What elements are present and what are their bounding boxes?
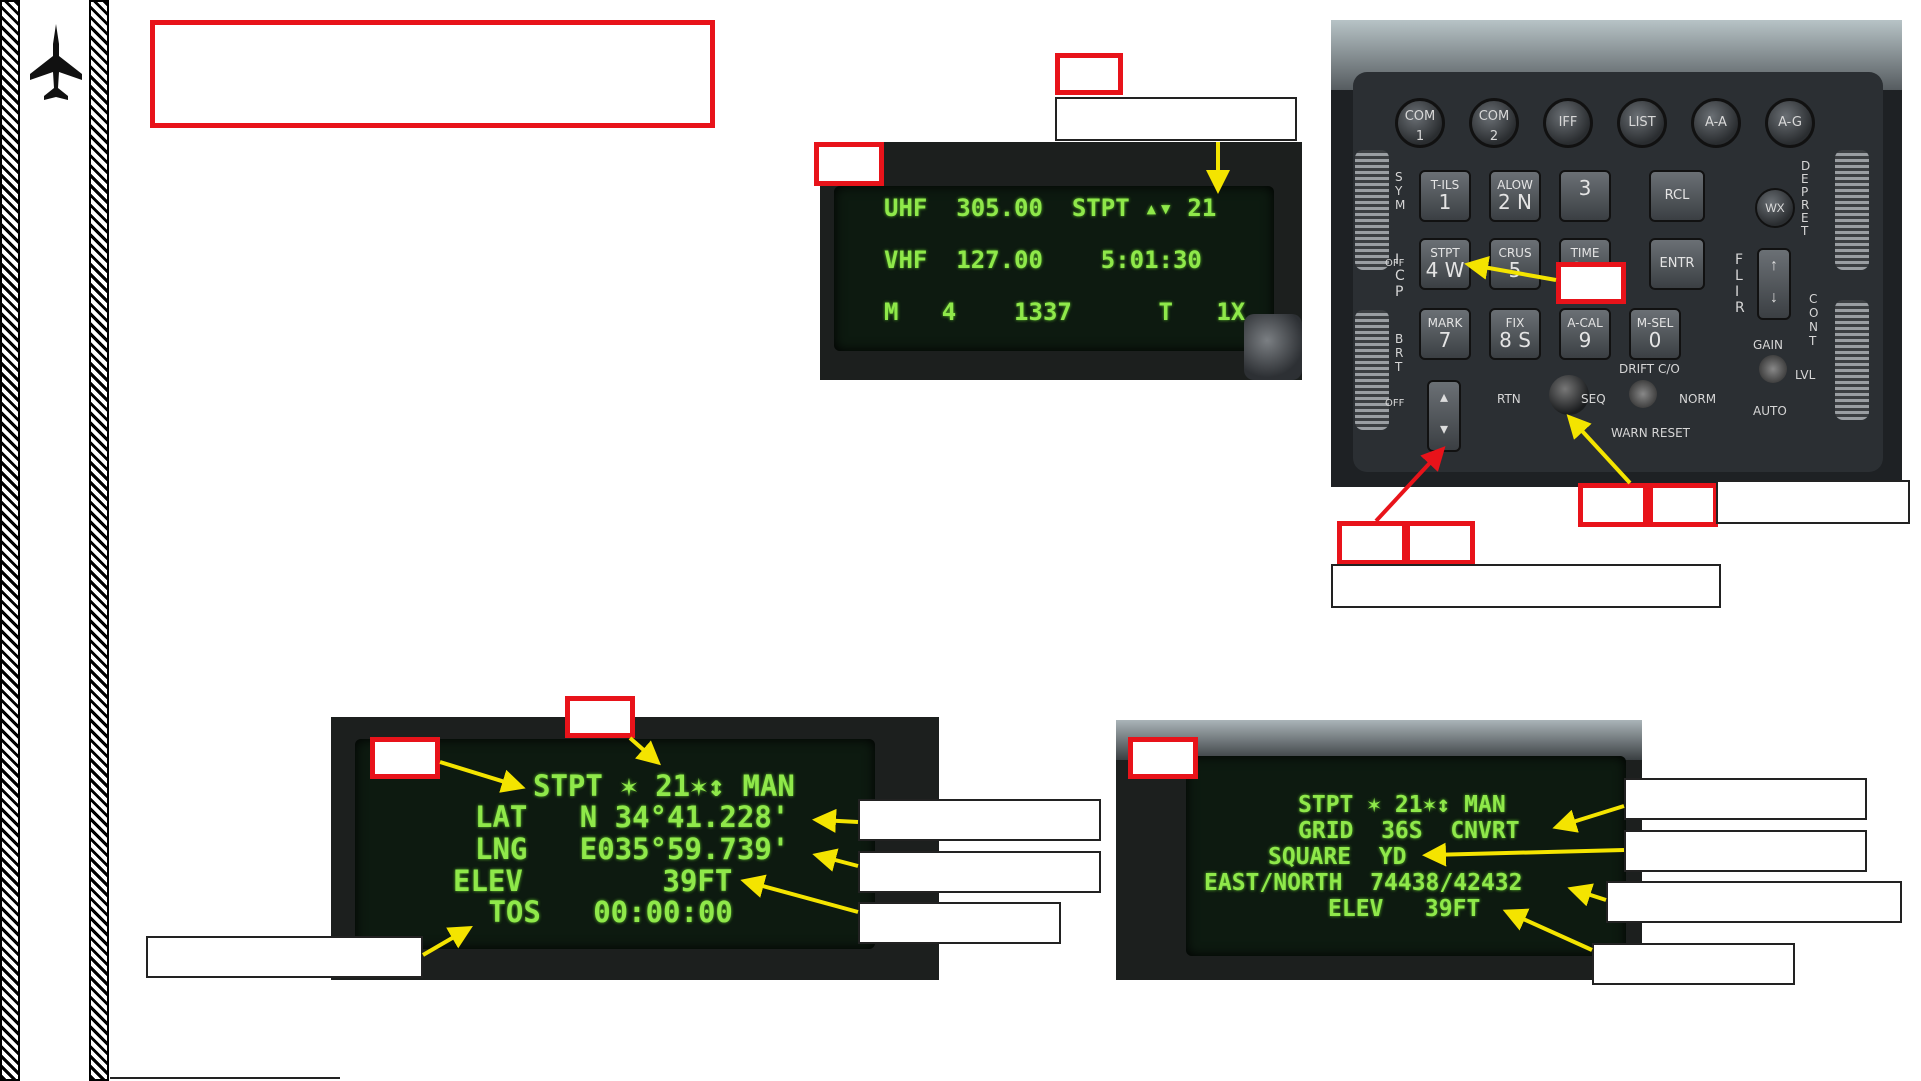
lvl-label: LVL: [1795, 368, 1816, 382]
mgrs-line-2: GRID 36S CNVRT: [1298, 818, 1520, 844]
ded-line-1: UHF 305.00 STPT ▴▾ 21: [884, 194, 1217, 222]
drift-label: DRIFT C/O: [1619, 362, 1680, 376]
gain-label: GAIN: [1753, 338, 1784, 352]
brt-rocker[interactable]: ▴ ▾: [1427, 380, 1461, 452]
tos-callout: [146, 936, 423, 978]
key-9-num: 9: [1578, 328, 1592, 352]
cont-wheel[interactable]: [1835, 300, 1869, 420]
list-button[interactable]: LIST: [1617, 98, 1667, 148]
norm-label: NORM: [1679, 392, 1717, 406]
wx-button[interactable]: WX: [1755, 188, 1795, 228]
ded-display-top: UHF 305.00 STPT ▴▾ 21 VHF 127.00 5:01:30…: [820, 142, 1302, 380]
latlong-mark-box: [565, 696, 635, 738]
mgrs-line-5: ELEV 39FT: [1328, 896, 1481, 922]
gain-lvl-switch[interactable]: [1759, 355, 1787, 383]
key-5[interactable]: CRUS 5: [1489, 238, 1541, 290]
key-7-num: 7: [1438, 328, 1452, 352]
auto-label: AUTO: [1753, 404, 1787, 418]
key-0-num: 0: [1648, 328, 1662, 352]
latlong-line-1: STPT ✶ 21✶↕ MAN: [533, 769, 795, 803]
key-2-num: 2 N: [1497, 190, 1533, 214]
lat-callout: [858, 799, 1101, 841]
east-north-callout: [1606, 881, 1902, 923]
latlong-line-5: TOS 00:00:00: [471, 895, 733, 929]
dobber-box-b: [1648, 483, 1718, 527]
off-label-2: OFF: [1385, 398, 1405, 409]
flir-label: F L I R: [1735, 252, 1745, 316]
rocker-box-a: [1337, 521, 1407, 565]
a-a-button[interactable]: A-A: [1691, 98, 1741, 148]
key-9[interactable]: A-CAL 9: [1559, 308, 1611, 360]
grid-callout: [1624, 778, 1867, 820]
a-g-button[interactable]: A-G: [1765, 98, 1815, 148]
key-0[interactable]: M-SEL 0: [1629, 308, 1681, 360]
bottom-rule: [110, 1077, 340, 1079]
warn-reset-label: WARN RESET: [1611, 426, 1690, 440]
seq-label: SEQ: [1581, 392, 1606, 406]
rocker-box-b: [1405, 521, 1475, 565]
cont-label: C O N T: [1809, 292, 1819, 348]
com2-label: COM: [1478, 109, 1510, 124]
key-1[interactable]: T-ILS 1: [1419, 170, 1471, 222]
latlong-stpt-box: [370, 737, 440, 779]
title-box: [150, 20, 715, 128]
com2-sub: 2: [1489, 129, 1499, 144]
dobber-box-a: [1578, 483, 1648, 527]
ded-label-box: [814, 142, 884, 186]
off-label-1: OFF: [1385, 258, 1405, 269]
ded-line-2: VHF 127.00 5:01:30: [884, 246, 1202, 274]
dep-ret-label: D E P R E T: [1801, 159, 1811, 238]
sym-label: S Y M: [1395, 170, 1406, 212]
square-callout: [1624, 830, 1867, 872]
key-3-num: 3: [1578, 176, 1592, 200]
mgrs-line-4: EAST/NORTH 74438/42432: [1204, 870, 1523, 896]
stpt-number-callout: [1055, 97, 1297, 141]
brt-wheel[interactable]: [1355, 310, 1389, 430]
stpt-key-box: [1556, 262, 1626, 304]
elev-callout: [858, 902, 1061, 944]
latlong-line-4: ELEV 39FT: [453, 864, 733, 898]
key-8-num: 8 S: [1499, 328, 1531, 352]
ded-line-3: M 4 1337 T 1X: [884, 298, 1246, 326]
mgrs-box: [1128, 737, 1198, 779]
jet-silhouette-icon: [28, 22, 84, 102]
sym-wheel[interactable]: [1355, 150, 1389, 270]
stpt-number-box: [1055, 53, 1123, 95]
dobber-callout: [1716, 480, 1910, 524]
key-4-num: 4 W: [1425, 258, 1465, 282]
iff-button[interactable]: IFF: [1543, 98, 1593, 148]
dep-ret-wheel[interactable]: [1835, 150, 1869, 270]
rocker-callout: [1331, 564, 1721, 608]
sidebar-hatch-left: [0, 0, 20, 1081]
key-1-num: 1: [1438, 190, 1452, 214]
brt-label: B R T: [1395, 332, 1404, 374]
key-8[interactable]: FIX 8 S: [1489, 308, 1541, 360]
ded-knob: [1244, 314, 1302, 380]
lng-callout: [858, 851, 1101, 893]
mgrs-line-3: SQUARE YD: [1268, 844, 1407, 870]
com1-button[interactable]: COM 1: [1395, 98, 1445, 148]
drift-co-switch[interactable]: [1629, 380, 1657, 408]
com2-button[interactable]: COM 2: [1469, 98, 1519, 148]
key-3[interactable]: 3: [1559, 170, 1611, 222]
sidebar-hatch-right: [89, 0, 109, 1081]
key-5-num: 5: [1508, 258, 1522, 282]
mgrs-line-1: STPT ✶ 21✶↕ MAN: [1298, 792, 1506, 818]
flir-rocker[interactable]: ↑ ↓: [1757, 248, 1791, 320]
com1-sub: 1: [1415, 129, 1425, 144]
key-7[interactable]: MARK 7: [1419, 308, 1471, 360]
entr-button[interactable]: ENTR: [1649, 238, 1705, 290]
latlong-line-3: LNG E035°59.739': [475, 832, 790, 866]
mgrs-elev-callout: [1592, 943, 1795, 985]
key-4-stpt[interactable]: STPT 4 W: [1419, 238, 1471, 290]
latlong-line-2: LAT N 34°41.228': [475, 800, 790, 834]
icp-panel-photo: COM 1 COM 2 IFF LIST A-A A-G T-ILS 1 ALOW 2 …: [1331, 20, 1902, 487]
rcl-button[interactable]: RCL: [1649, 170, 1705, 222]
com1-label: COM: [1404, 109, 1436, 124]
key-2[interactable]: ALOW 2 N: [1489, 170, 1541, 222]
rtn-label: RTN: [1497, 392, 1521, 406]
